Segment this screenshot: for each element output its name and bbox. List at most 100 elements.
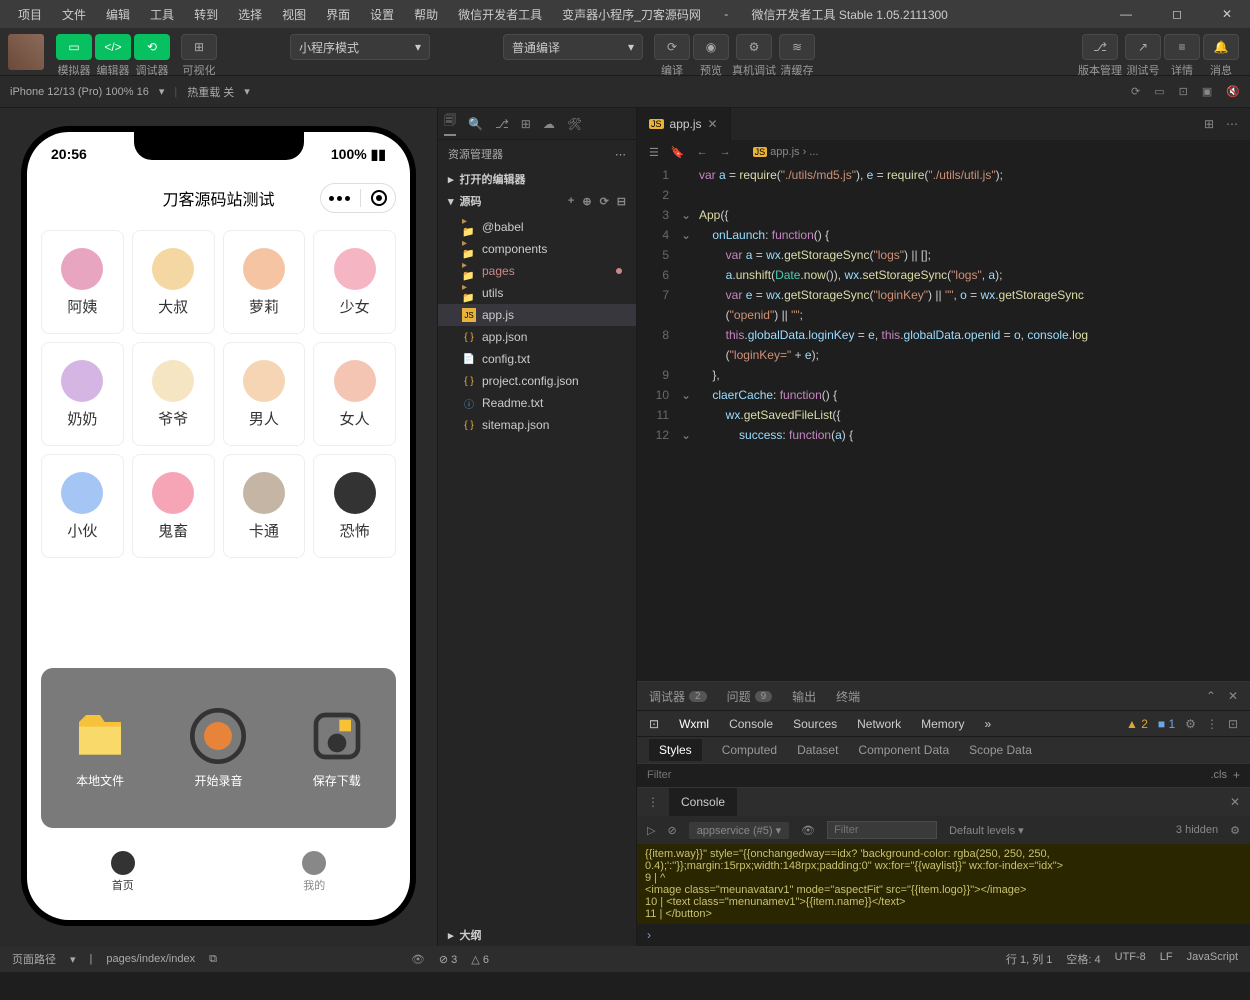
wxml-tab[interactable]: Wxml [679,717,709,731]
more-icon[interactable]: ⋯ [615,148,626,161]
voice-card[interactable]: 阿姨 [41,230,124,334]
voice-card[interactable]: 卡通 [223,454,306,558]
inspect-icon[interactable]: ⊡ [649,717,659,731]
visualize-button[interactable]: ⊞ [181,34,217,60]
console-drawer-tab[interactable]: Console [669,788,737,816]
terminal-tab[interactable]: 终端 [836,688,860,705]
voice-card[interactable]: 鬼畜 [132,454,215,558]
file-tree-item[interactable]: ▸ 📁 components [438,238,636,260]
maximize-icon[interactable]: ◻ [1162,3,1192,25]
file-tree-item[interactable]: JS app.js [438,304,636,326]
language-selector[interactable]: JavaScript [1187,951,1238,967]
menu-item[interactable]: 文件 [52,2,96,27]
file-tree-item[interactable]: 📄 config.txt [438,348,636,370]
files-icon[interactable]: 🗐 [444,111,456,136]
console-tab[interactable]: Console [729,717,773,731]
git-icon[interactable]: ⎇ [495,117,509,131]
info-count[interactable]: ■ 1 [1158,717,1175,731]
breadcrumb-path[interactable]: app.js › ... [770,146,818,158]
problems-tab[interactable]: 问题9 [727,688,773,705]
computed-tab[interactable]: Computed [722,743,777,757]
dock-icon[interactable]: ⊡ [1228,717,1238,731]
gear-icon[interactable]: ⚙ [1185,717,1196,731]
levels-selector[interactable]: Default levels ▾ [949,824,1024,837]
voice-card[interactable]: 爷爷 [132,342,215,446]
console-prompt[interactable]: › [637,924,1250,946]
voice-card[interactable]: 恐怖 [313,454,396,558]
copy-icon[interactable]: ⧉ [209,953,217,966]
warning-count[interactable]: △ 6 [471,953,489,966]
menu-item[interactable]: 转到 [184,2,228,27]
file-tree-item[interactable]: { } sitemap.json [438,414,636,436]
styles-tab[interactable]: Styles [649,739,702,761]
version-button[interactable]: ⎇ [1082,34,1118,60]
clear-console-icon[interactable]: ▷ [647,824,655,837]
preview-button[interactable]: ◉ [693,34,729,60]
dataset-tab[interactable]: Dataset [797,743,838,757]
chevron-up-icon[interactable]: ⌃ [1206,689,1216,703]
detail-button[interactable]: ≡ [1164,34,1200,60]
testid-button[interactable]: ↗ [1125,34,1161,60]
memory-tab[interactable]: Memory [921,717,964,731]
menu-item[interactable]: 视图 [272,2,316,27]
file-tree-item[interactable]: ⓘ Readme.txt [438,392,636,414]
remote-debug-button[interactable]: ⚙ [736,34,772,60]
outline-section[interactable]: ▸大纲 [438,924,636,946]
style-filter-input[interactable] [647,769,1204,781]
record-button[interactable]: 开始录音 [190,708,246,789]
close-icon[interactable]: ✕ [1228,689,1238,703]
undock-icon[interactable]: ▣ [1202,85,1212,98]
file-tree-item[interactable]: ▸ 📁 utils [438,282,636,304]
voice-card[interactable]: 少女 [313,230,396,334]
eye-icon[interactable]: 👁 [801,824,815,837]
file-tree-item[interactable]: { } project.config.json [438,370,636,392]
eol-selector[interactable]: LF [1160,951,1173,967]
cls-toggle[interactable]: .cls [1204,769,1233,781]
rotate-icon[interactable]: ⊡ [1179,85,1188,98]
search-icon[interactable]: 🔍 [468,117,483,131]
menu-item[interactable]: 编辑 [96,2,140,27]
cloud-icon[interactable]: ☁ [543,117,555,131]
voice-card[interactable]: 男人 [223,342,306,446]
mode-dropdown[interactable]: 小程序模式▾ [290,34,430,60]
indent-selector[interactable]: 空格: 4 [1066,951,1100,967]
split-icon[interactable]: ⊞ [1204,117,1214,131]
local-file-button[interactable]: 本地文件 [72,708,128,789]
sources-tab[interactable]: Sources [793,717,837,731]
file-tree-item[interactable]: { } app.json [438,326,636,348]
context-selector[interactable]: appservice (#5) ▾ [689,822,789,839]
voice-card[interactable]: 女人 [313,342,396,446]
menu-item[interactable]: 选择 [228,2,272,27]
extension-icon[interactable]: ⊞ [521,117,531,131]
voice-card[interactable]: 萝莉 [223,230,306,334]
clear-icon[interactable]: ⊘ [667,824,676,837]
more-icon[interactable]: ⋯ [1226,117,1238,131]
hidden-count[interactable]: 3 hidden [1176,824,1218,836]
tab-mine[interactable]: 我的 [302,851,326,893]
component-data-tab[interactable]: Component Data [858,743,949,757]
simulator-button[interactable]: ▭ [56,34,92,60]
mute-icon[interactable]: 🔇 [1226,85,1240,98]
close-tab-icon[interactable]: ✕ [708,117,718,131]
menu-item[interactable]: 工具 [140,2,184,27]
new-file-icon[interactable]: + [568,195,574,208]
tab-home[interactable]: 首页 [111,851,135,893]
open-editors-section[interactable]: ▸打开的编辑器 [438,168,636,190]
compile-mode-dropdown[interactable]: 普通编译▾ [503,34,643,60]
add-style-icon[interactable]: + [1233,768,1240,782]
refresh-icon[interactable]: ⟳ [600,195,609,208]
capsule-button[interactable] [320,183,396,213]
back-icon[interactable]: ← [697,146,708,158]
collapse-icon[interactable]: ⊟ [617,195,626,208]
refresh-icon[interactable]: ⟳ [1131,85,1140,98]
console-filter-input[interactable] [827,821,937,839]
bookmark-icon[interactable]: 🔖 [671,146,685,159]
console-menu-icon[interactable]: ⋮ [637,795,669,809]
menu-item[interactable]: 项目 [8,2,52,27]
file-tree-item[interactable]: ▸ 📁 pages [438,260,636,282]
file-tree-item[interactable]: ▸ 📁 @babel [438,216,636,238]
debugger-tab[interactable]: 调试器2 [649,688,707,705]
save-button[interactable]: 保存下载 [309,708,365,789]
gear-icon[interactable]: ⚙ [1230,824,1240,837]
encoding-selector[interactable]: UTF-8 [1115,951,1146,967]
